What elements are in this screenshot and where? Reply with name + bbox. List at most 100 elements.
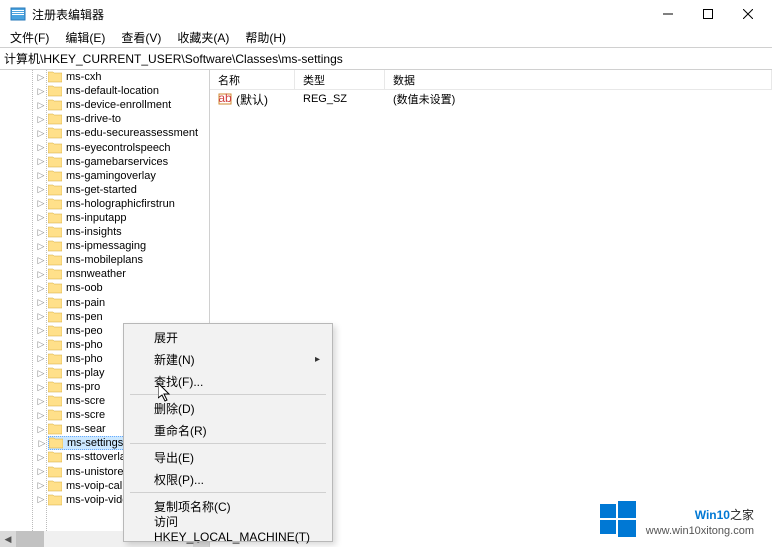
- tree-item-label: ms-pho: [66, 353, 103, 365]
- context-export[interactable]: 导出(E): [126, 446, 330, 468]
- tree-item-label: ms-get-started: [66, 184, 137, 196]
- tree-item[interactable]: ▷ms-holographicfirstrun: [48, 197, 209, 211]
- expander-icon[interactable]: ▷: [36, 128, 46, 138]
- expander-icon[interactable]: ▷: [36, 452, 46, 462]
- folder-icon: [48, 451, 62, 463]
- separator: [130, 492, 326, 493]
- menu-edit[interactable]: 编辑(E): [57, 27, 113, 48]
- tree-item-label: ms-pho: [66, 339, 103, 351]
- expander-icon[interactable]: ▷: [36, 72, 46, 82]
- expander-icon[interactable]: ▷: [37, 438, 47, 448]
- context-new[interactable]: 新建(N): [126, 348, 330, 370]
- expander-icon[interactable]: ▷: [36, 354, 46, 364]
- expander-icon[interactable]: ▷: [36, 396, 46, 406]
- context-goto-hklm[interactable]: 访问 HKEY_LOCAL_MACHINE(T): [126, 517, 330, 539]
- scroll-thumb[interactable]: [16, 531, 44, 547]
- string-value-icon: ab: [218, 92, 232, 106]
- value-type: REG_SZ: [295, 93, 385, 105]
- tree-item-label: ms-play: [66, 367, 105, 379]
- tree-item-label: ms-oob: [66, 282, 103, 294]
- context-expand[interactable]: 展开: [126, 326, 330, 348]
- tree-item[interactable]: ▷ms-insights: [48, 225, 209, 239]
- folder-icon: [48, 268, 62, 280]
- tree-item[interactable]: ▷ms-gamingoverlay: [48, 169, 209, 183]
- column-header-name[interactable]: 名称: [210, 70, 295, 89]
- column-header-data[interactable]: 数据: [385, 70, 772, 89]
- window-title: 注册表编辑器: [32, 6, 648, 23]
- close-button[interactable]: [728, 0, 768, 28]
- tree-item-label: ms-edu-secureassessment: [66, 127, 198, 139]
- context-find[interactable]: 查找(F)...: [126, 370, 330, 392]
- tree-item[interactable]: ▷ms-eyecontrolspeech: [48, 140, 209, 154]
- expander-icon[interactable]: ▷: [36, 424, 46, 434]
- folder-icon: [48, 212, 62, 224]
- expander-icon[interactable]: ▷: [36, 213, 46, 223]
- tree-item[interactable]: ▷ms-drive-to: [48, 112, 209, 126]
- expander-icon[interactable]: ▷: [36, 298, 46, 308]
- expander-icon[interactable]: ▷: [36, 340, 46, 350]
- tree-item-label: ms-pen: [66, 311, 103, 323]
- expander-icon[interactable]: ▷: [36, 368, 46, 378]
- expander-icon[interactable]: ▷: [36, 171, 46, 181]
- expander-icon[interactable]: ▷: [36, 326, 46, 336]
- expander-icon[interactable]: ▷: [36, 100, 46, 110]
- scroll-left-button[interactable]: ◀: [0, 531, 16, 547]
- tree-item[interactable]: ▷ms-mobileplans: [48, 253, 209, 267]
- expander-icon[interactable]: ▷: [36, 382, 46, 392]
- tree-item-label: ms-holographicfirstrun: [66, 198, 175, 210]
- context-permissions[interactable]: 权限(P)...: [126, 468, 330, 490]
- tree-item-label: ms-inputapp: [66, 212, 127, 224]
- folder-icon: [48, 466, 62, 478]
- tree-item[interactable]: ▷ms-oob: [48, 281, 209, 295]
- tree-item-label: ms-sear: [66, 423, 106, 435]
- expander-icon[interactable]: ▷: [36, 481, 46, 491]
- minimize-button[interactable]: [648, 0, 688, 28]
- expander-icon[interactable]: ▷: [36, 495, 46, 505]
- expander-icon[interactable]: ▷: [36, 255, 46, 265]
- address-path: 计算机\HKEY_CURRENT_USER\Software\Classes\m…: [4, 50, 343, 67]
- list-row[interactable]: ab (默认) REG_SZ (数值未设置): [210, 90, 772, 108]
- expander-icon[interactable]: ▷: [36, 283, 46, 293]
- watermark: Win10之家 www.win10xitong.com: [600, 501, 754, 537]
- expander-icon[interactable]: ▷: [36, 157, 46, 167]
- tree-item[interactable]: ▷ms-get-started: [48, 183, 209, 197]
- menu-file[interactable]: 文件(F): [2, 27, 57, 48]
- tree-item[interactable]: ▷ms-cxh: [48, 70, 209, 84]
- expander-icon[interactable]: ▷: [36, 185, 46, 195]
- tree-item[interactable]: ▷ms-device-enrollment: [48, 98, 209, 112]
- column-header-type[interactable]: 类型: [295, 70, 385, 89]
- tree-item[interactable]: ▷ms-default-location: [48, 84, 209, 98]
- context-rename[interactable]: 重命名(R): [126, 419, 330, 441]
- tree-item[interactable]: ▷ms-edu-secureassessment: [48, 126, 209, 140]
- tree-item[interactable]: ▷ms-gamebarservices: [48, 155, 209, 169]
- expander-icon[interactable]: ▷: [36, 410, 46, 420]
- tree-item-label: ms-gamingoverlay: [66, 170, 156, 182]
- expander-icon[interactable]: ▷: [36, 269, 46, 279]
- folder-icon: [48, 297, 62, 309]
- maximize-button[interactable]: [688, 0, 728, 28]
- menu-favorites[interactable]: 收藏夹(A): [169, 27, 237, 48]
- tree-item-label: ms-device-enrollment: [66, 99, 171, 111]
- context-delete[interactable]: 删除(D): [126, 397, 330, 419]
- expander-icon[interactable]: ▷: [36, 86, 46, 96]
- menu-view[interactable]: 查看(V): [113, 27, 169, 48]
- tree-item-label: ms-drive-to: [66, 113, 121, 125]
- expander-icon[interactable]: ▷: [36, 312, 46, 322]
- address-bar[interactable]: 计算机\HKEY_CURRENT_USER\Software\Classes\m…: [0, 48, 772, 70]
- menu-help[interactable]: 帮助(H): [237, 27, 294, 48]
- svg-text:ab: ab: [218, 92, 232, 105]
- expander-icon[interactable]: ▷: [36, 114, 46, 124]
- tree-item[interactable]: ▷ms-pain: [48, 296, 209, 310]
- folder-icon: [48, 142, 62, 154]
- folder-icon: [49, 437, 63, 449]
- expander-icon[interactable]: ▷: [36, 227, 46, 237]
- expander-icon[interactable]: ▷: [36, 241, 46, 251]
- expander-icon[interactable]: ▷: [36, 199, 46, 209]
- tree-item[interactable]: ▷msnweather: [48, 267, 209, 281]
- tree-item[interactable]: ▷ms-inputapp: [48, 211, 209, 225]
- expander-icon[interactable]: ▷: [36, 143, 46, 153]
- tree-item[interactable]: ▷ms-pen: [48, 310, 209, 324]
- tree-item[interactable]: ▷ms-ipmessaging: [48, 239, 209, 253]
- folder-icon: [48, 409, 62, 421]
- expander-icon[interactable]: ▷: [36, 467, 46, 477]
